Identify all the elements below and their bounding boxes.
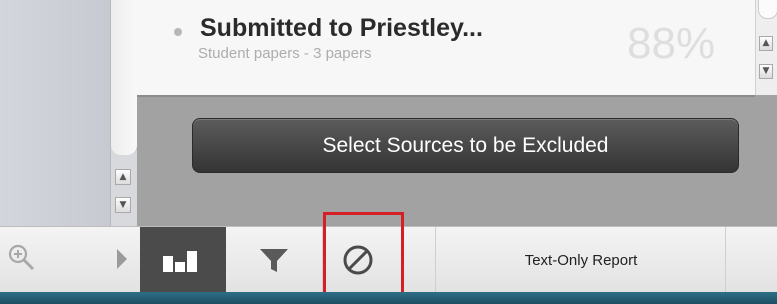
text-only-report-button[interactable]: Text-Only Report <box>437 227 726 293</box>
match-source-subtitle: Student papers - 3 papers <box>198 45 372 62</box>
taskbar-strip <box>0 292 777 304</box>
match-percent: 88% <box>627 19 716 68</box>
scroll-up-arrow-icon[interactable]: ▲ <box>759 36 773 51</box>
match-panel: Submitted to Priestley... Student papers… <box>137 0 777 226</box>
exclude-sources-button[interactable] <box>323 227 436 293</box>
scroll-up-arrow-icon[interactable]: ▲ <box>115 169 131 185</box>
bar-chart-icon <box>163 251 197 272</box>
match-list-item[interactable]: Submitted to Priestley... Student papers… <box>137 0 777 97</box>
no-entry-icon <box>343 245 373 275</box>
match-list-scrollbar[interactable]: ▲ ▼ <box>755 0 777 95</box>
select-sources-to-exclude-button[interactable]: Select Sources to be Excluded <box>192 118 739 173</box>
bottom-toolbar: Text-Only Report <box>0 226 777 293</box>
left-scrollbar[interactable]: ▲ ▼ <box>110 0 138 226</box>
scrollbar-thumb[interactable] <box>111 0 138 155</box>
zoom-in-icon[interactable] <box>6 242 36 272</box>
scroll-down-arrow-icon[interactable]: ▼ <box>115 197 131 213</box>
scroll-down-arrow-icon[interactable]: ▼ <box>759 64 773 79</box>
filter-button[interactable] <box>226 227 323 293</box>
match-overview-button[interactable] <box>140 227 226 293</box>
chevron-right-icon[interactable] <box>115 247 129 271</box>
left-navigation-rail <box>0 0 110 226</box>
scrollbar-thumb[interactable] <box>758 0 777 19</box>
match-source-title[interactable]: Submitted to Priestley... <box>200 14 483 43</box>
bullet-icon <box>174 28 182 36</box>
filter-icon <box>260 249 288 272</box>
